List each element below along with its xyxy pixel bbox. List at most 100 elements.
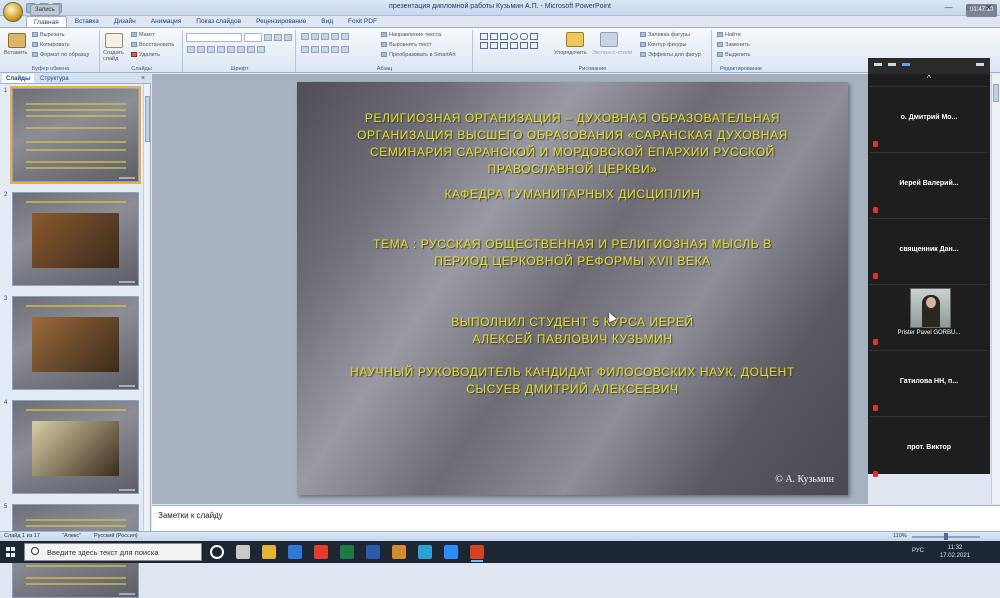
tab-insert[interactable]: Вставка xyxy=(68,16,106,27)
layout-button[interactable]: Макет xyxy=(131,32,155,38)
font-color-icon[interactable] xyxy=(257,46,265,53)
shape-arrow-icon[interactable] xyxy=(490,33,498,40)
align-right-icon[interactable] xyxy=(321,46,329,53)
participant-tile[interactable]: о. Дмитрий Мо... xyxy=(870,86,988,152)
task-view-icon[interactable] xyxy=(236,545,250,559)
strike-icon[interactable] xyxy=(217,46,225,53)
font-family-select[interactable] xyxy=(186,33,242,42)
slide-advisor-text[interactable]: НАУЧНЫЙ РУКОВОДИТЕЛЬ КАНДИДАТ ФИЛОСОВСКИ… xyxy=(297,364,848,398)
shape-rounded-icon[interactable] xyxy=(520,33,528,40)
zoom-icon[interactable] xyxy=(444,545,458,559)
canvas-scroll-thumb[interactable] xyxy=(993,84,999,102)
underline-icon[interactable] xyxy=(207,46,215,53)
arrange-button[interactable]: Упорядочить xyxy=(554,50,587,56)
slide-org-text[interactable]: РЕЛИГИОЗНАЯ ОРГАНИЗАЦИЯ – ДУХОВНАЯ ОБРАЗ… xyxy=(297,110,848,178)
select-button[interactable]: Выделить xyxy=(717,52,750,58)
language-status[interactable]: Русский (Россия) xyxy=(94,533,138,539)
clock[interactable]: 11:32 17.02.2021 xyxy=(940,544,970,560)
shape-oval-icon[interactable] xyxy=(510,33,518,40)
office-button[interactable] xyxy=(3,2,23,22)
participant-tile[interactable]: Иерей Валерий... xyxy=(870,152,988,218)
participant-tile[interactable]: прот. Виктор xyxy=(870,416,988,482)
shape-block-arrow-icon[interactable] xyxy=(510,42,518,49)
format-painter-button[interactable]: Формат по образцу xyxy=(32,52,89,58)
slides-scrollbar[interactable] xyxy=(143,84,150,542)
zoom-slider-thumb[interactable] xyxy=(944,533,948,540)
font-style-controls[interactable] xyxy=(187,46,265,53)
cut-button[interactable]: Вырезать xyxy=(32,32,64,38)
slide-student-text[interactable]: ВЫПОЛНИЛ СТУДЕНТ 5 КУРСА ИЕРЕЙ АЛЕКСЕЙ П… xyxy=(297,314,848,348)
text-direction-button[interactable]: Направление текста xyxy=(381,32,441,38)
slide-theme-text[interactable]: ТЕМА : РУССКАЯ ОБЩЕСТВЕННАЯ И РЕЛИГИОЗНА… xyxy=(297,236,848,270)
grow-font-icon[interactable] xyxy=(264,34,272,41)
shape-brace-icon[interactable] xyxy=(490,42,498,49)
shape-rect-icon[interactable] xyxy=(500,33,508,40)
view-mode-icon[interactable] xyxy=(888,63,896,66)
maximize-button[interactable]: □ xyxy=(966,3,971,12)
font-size-controls[interactable] xyxy=(264,34,292,41)
spacing-icon[interactable] xyxy=(237,46,245,53)
mail-icon[interactable] xyxy=(288,545,302,559)
find-button[interactable]: Найти xyxy=(717,32,741,38)
tab-outline[interactable]: Структура xyxy=(36,74,72,83)
word-icon[interactable] xyxy=(366,545,380,559)
indent-icon[interactable] xyxy=(331,33,339,40)
zoom-level[interactable]: 110% xyxy=(893,533,907,539)
slide-department-text[interactable]: КАФЕДРА ГУМАНИТАРНЫХ ДИСЦИПЛИН xyxy=(297,186,848,203)
italic-icon[interactable] xyxy=(197,46,205,53)
shape-outline-button[interactable]: Контур фигуры xyxy=(640,42,686,48)
shape-callout-icon[interactable] xyxy=(500,42,508,49)
slide-thumbnail[interactable] xyxy=(12,296,139,390)
tab-slideshow[interactable]: Показ слайдов xyxy=(189,16,248,27)
start-button[interactable] xyxy=(6,547,16,557)
columns-icon[interactable] xyxy=(341,46,349,53)
tab-foxit-pdf[interactable]: Foxit PDF xyxy=(341,16,384,27)
quick-styles-button[interactable]: Экспресс-стили xyxy=(592,50,632,56)
line-spacing-icon[interactable] xyxy=(341,33,349,40)
delete-slide-button[interactable]: Удалить xyxy=(131,52,160,58)
tab-design[interactable]: Дизайн xyxy=(107,16,143,27)
bullets-icon[interactable] xyxy=(301,33,309,40)
slide-thumbnail[interactable] xyxy=(12,192,139,286)
canvas-scrollbar[interactable] xyxy=(991,74,1000,504)
slides-scroll-thumb[interactable] xyxy=(145,96,150,142)
align-center-icon[interactable] xyxy=(311,46,319,53)
notes-pane[interactable]: Заметки к слайду xyxy=(152,505,1000,531)
slide-thumbnail[interactable] xyxy=(12,400,139,494)
justify-icon[interactable] xyxy=(331,46,339,53)
explorer-icon[interactable] xyxy=(262,545,276,559)
clear-format-icon[interactable] xyxy=(284,34,292,41)
new-slide-button[interactable]: Создать слайд xyxy=(103,50,131,62)
cortana-icon[interactable] xyxy=(210,545,224,559)
shape-effects-button[interactable]: Эффекты для фигур xyxy=(640,52,701,58)
paste-button[interactable]: Вставить xyxy=(4,50,27,56)
tab-home[interactable]: Главная xyxy=(26,16,67,27)
reset-button[interactable]: Восстановить xyxy=(131,42,174,48)
shape-line-icon[interactable] xyxy=(480,33,488,40)
shape-triangle-icon[interactable] xyxy=(530,33,538,40)
tab-slides[interactable]: Слайды xyxy=(2,74,35,83)
slide-thumbnail[interactable] xyxy=(10,86,141,184)
font-size-select[interactable] xyxy=(244,33,262,42)
shapes-gallery[interactable] xyxy=(480,33,538,49)
shape-star-icon[interactable] xyxy=(480,42,488,49)
close-button[interactable]: ✕ xyxy=(985,3,992,12)
powerpoint-icon[interactable] xyxy=(470,545,484,562)
align-text-button[interactable]: Выровнять текст xyxy=(381,42,432,48)
edge-icon[interactable] xyxy=(418,545,432,559)
smartart-button[interactable]: Преобразовать в SmartArt xyxy=(381,52,456,58)
files-icon[interactable] xyxy=(392,545,406,559)
participant-tile[interactable]: Гатилова НН, п... xyxy=(870,350,988,416)
tab-review[interactable]: Рецензирование xyxy=(249,16,313,27)
list-controls[interactable] xyxy=(301,33,349,40)
participant-tile[interactable]: священник Дан... xyxy=(870,218,988,284)
copy-button[interactable]: Копировать xyxy=(32,42,70,48)
panel-close-icon[interactable]: × xyxy=(141,74,145,84)
alignment-controls[interactable] xyxy=(301,46,349,53)
outdent-icon[interactable] xyxy=(321,33,329,40)
excel-icon[interactable] xyxy=(340,545,354,559)
tab-view[interactable]: Вид xyxy=(314,16,340,27)
align-left-icon[interactable] xyxy=(301,46,309,53)
scroll-up-icon[interactable]: ^ xyxy=(868,73,990,83)
shape-fill-button[interactable]: Заливка фигуры xyxy=(640,32,690,38)
